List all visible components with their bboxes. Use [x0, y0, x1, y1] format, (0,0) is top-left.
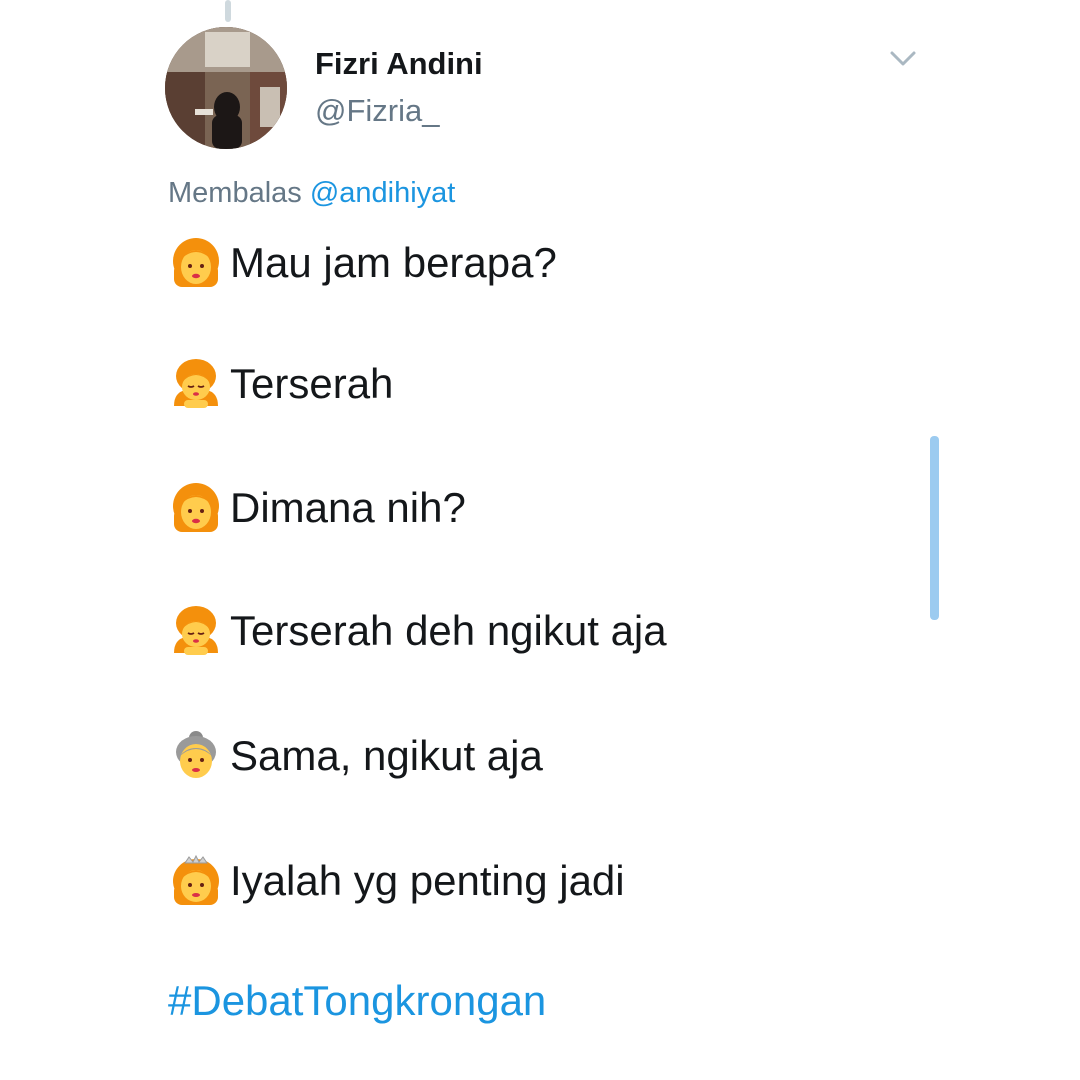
tweet-line: Terserah deh ngikut aja [168, 603, 667, 659]
old-woman-emoji [176, 731, 216, 778]
reply-context: Membalas @andihiyat [168, 177, 455, 210]
woman-bowing-emoji [174, 606, 218, 655]
scrollbar[interactable] [930, 436, 939, 620]
author-name[interactable]: Fizri Andini [315, 46, 483, 82]
tweet-line-text: Sama, ngikut aja [230, 732, 543, 779]
avatar[interactable] [165, 27, 287, 149]
avatar-photo [165, 27, 287, 149]
tweet-line-text: Dimana nih? [230, 484, 466, 531]
tweet-line: Mau jam berapa? [168, 235, 557, 291]
tweet-line-text: Terserah [230, 360, 394, 407]
hashtag-link[interactable]: #DebatTongkrongan [168, 977, 546, 1025]
tweet-line: Dimana nih? [168, 480, 466, 536]
woman-orange-hair-emoji [173, 483, 219, 532]
reply-prefix: Membalas [168, 177, 310, 209]
chevron-down-icon[interactable] [888, 47, 918, 71]
reply-mention-link[interactable]: @andihiyat [310, 177, 456, 209]
woman-orange-hair-emoji [173, 238, 219, 287]
tweet-line-text: Terserah deh ngikut aja [230, 607, 667, 654]
princess-emoji [173, 854, 219, 905]
tweet-line: Iyalah yg penting jadi [168, 853, 625, 909]
woman-bowing-emoji [174, 359, 218, 408]
tweet-line-text: Mau jam berapa? [230, 239, 557, 286]
tweet-line: Terserah [168, 356, 393, 412]
thread-connector-line [225, 0, 231, 22]
tweet-line: Sama, ngikut aja [168, 728, 543, 784]
tweet-line-text: Iyalah yg penting jadi [230, 857, 625, 904]
author-handle[interactable]: @Fizria_ [315, 93, 439, 129]
